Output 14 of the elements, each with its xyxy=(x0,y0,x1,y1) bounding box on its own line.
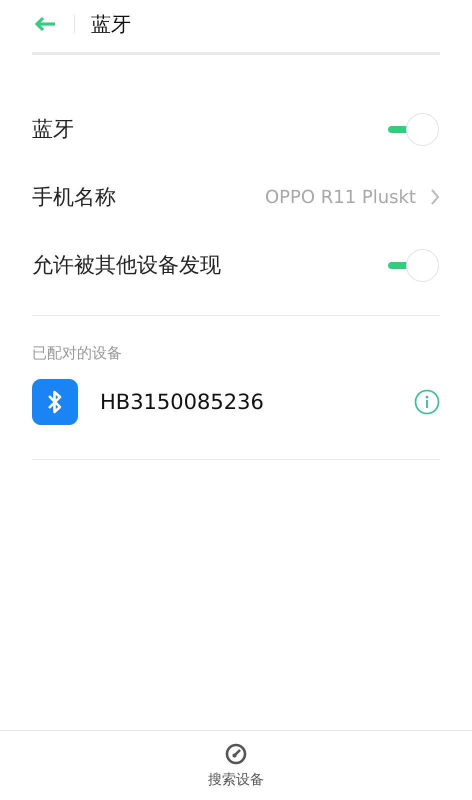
setting-label: 允许被其他设备发现 xyxy=(32,252,222,279)
section-heading: 已配对的设备 xyxy=(32,344,122,363)
search-radar-icon[interactable] xyxy=(225,742,247,764)
bluetooth-icon xyxy=(32,378,78,424)
info-icon[interactable] xyxy=(414,388,440,414)
device-name[interactable]: HB3150085236 xyxy=(100,390,414,414)
setting-label: 蓝牙 xyxy=(32,116,75,143)
toggle-switch[interactable] xyxy=(388,112,440,146)
toggle-switch[interactable] xyxy=(388,248,440,282)
search-devices-button[interactable]: 搜索设备 xyxy=(208,770,264,788)
page-title: 蓝牙 xyxy=(91,10,131,38)
back-icon[interactable] xyxy=(34,16,56,32)
chevron-right-icon[interactable] xyxy=(430,188,440,206)
setting-label: 手机名称 xyxy=(32,184,117,211)
